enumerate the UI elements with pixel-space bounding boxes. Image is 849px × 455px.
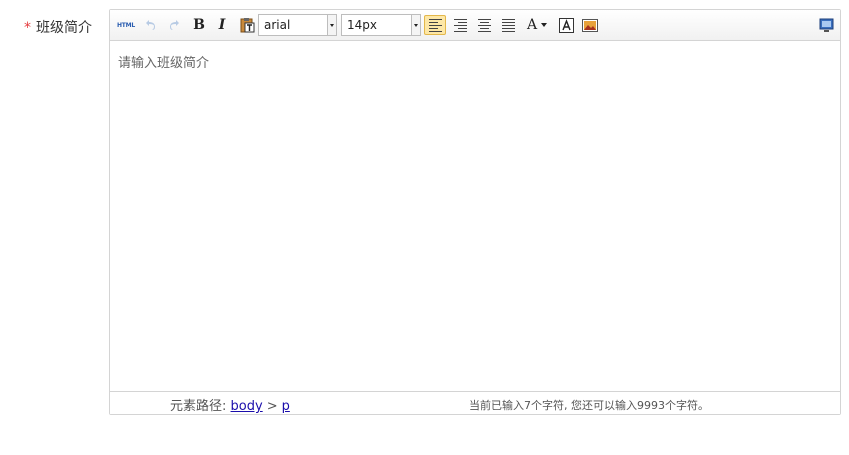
align-right-button[interactable]	[449, 15, 471, 35]
bold-icon: B	[193, 17, 205, 33]
font-size-select[interactable]: 14px	[341, 14, 421, 36]
rich-text-editor: HTML B I arial 14px A 请输入班级简介 元素路径: body…	[109, 9, 841, 415]
undo-button[interactable]	[141, 15, 159, 35]
html-source-icon: HTML	[116, 21, 136, 29]
background-color-button[interactable]	[556, 15, 576, 35]
align-left-button[interactable]	[424, 15, 446, 35]
path-link-body[interactable]: body	[231, 399, 263, 414]
preview-icon	[819, 18, 833, 32]
font-family-value: arial	[264, 18, 291, 32]
insert-image-button[interactable]	[580, 15, 600, 35]
field-label: * 班级简介	[24, 18, 92, 38]
background-color-icon	[558, 17, 574, 33]
chevron-down-icon	[327, 15, 336, 35]
align-justify-icon	[501, 18, 515, 32]
italic-button[interactable]: I	[213, 15, 231, 35]
redo-button[interactable]	[166, 15, 184, 35]
path-separator: >	[266, 399, 278, 414]
editor-placeholder: 请输入班级简介	[118, 56, 210, 71]
align-justify-button[interactable]	[497, 15, 519, 35]
font-color-button[interactable]: A	[522, 15, 552, 35]
chevron-down-icon	[541, 23, 548, 27]
element-path: 元素路径: body > p	[170, 395, 290, 414]
insert-image-icon	[582, 18, 598, 32]
undo-icon	[146, 20, 155, 30]
path-link-p[interactable]: p	[282, 399, 290, 414]
bold-button[interactable]: B	[190, 15, 208, 35]
paste-plain-icon	[240, 18, 255, 33]
char-count: 当前已输入7个字符, 您还可以输入9993个字符。	[469, 399, 709, 412]
align-right-icon	[453, 18, 467, 32]
redo-icon	[170, 20, 179, 30]
align-left-icon	[428, 18, 442, 32]
required-mark: *	[24, 20, 31, 36]
chevron-down-icon	[411, 15, 420, 35]
editor-toolbar: HTML B I arial 14px A	[110, 10, 840, 41]
element-path-label: 元素路径:	[170, 399, 227, 414]
editor-content-area[interactable]: 请输入班级简介	[110, 41, 840, 391]
italic-icon: I	[218, 17, 226, 33]
editor-statusbar: 元素路径: body > p 当前已输入7个字符, 您还可以输入9993个字符。	[110, 391, 840, 414]
field-label-text: 班级简介	[36, 20, 92, 36]
paste-plain-button[interactable]	[237, 15, 257, 35]
font-family-select[interactable]: arial	[258, 14, 337, 36]
align-center-button[interactable]	[473, 15, 495, 35]
html-source-button[interactable]: HTML	[115, 15, 137, 35]
font-color-icon: A	[526, 17, 538, 33]
font-size-value: 14px	[347, 18, 377, 32]
preview-button[interactable]	[816, 15, 836, 35]
align-center-icon	[477, 18, 491, 32]
